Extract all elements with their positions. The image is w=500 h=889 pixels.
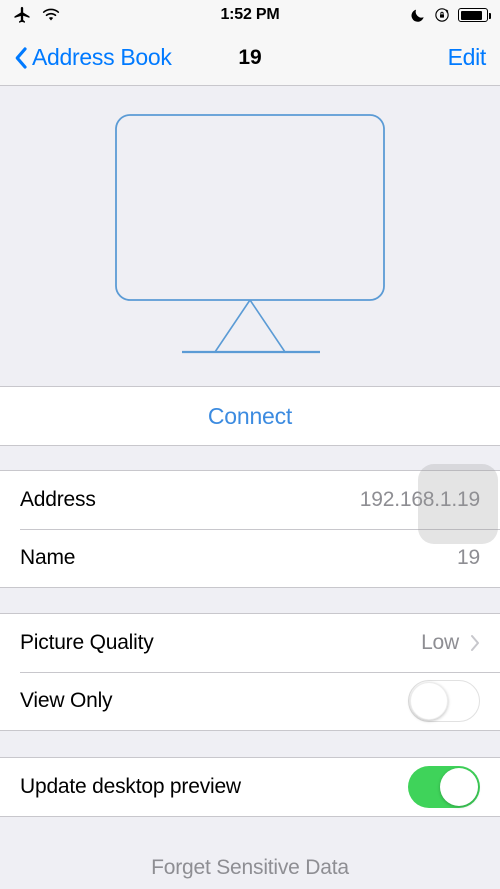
footer: Forget Sensitive Data [0,856,500,880]
preview-section: Update desktop preview [0,757,500,817]
picture-quality-value: Low [421,631,459,654]
connect-section: Connect [0,386,500,446]
picture-quality-row[interactable]: Picture Quality Low [0,614,500,672]
desktop-preview-area [0,87,500,385]
rotation-lock-icon [435,8,449,22]
battery-icon [458,8,492,22]
update-desktop-preview-label: Update desktop preview [20,775,241,798]
details-section: Address 192.168.1.19 Name 19 [0,470,500,588]
update-desktop-preview-row[interactable]: Update desktop preview [0,758,500,816]
chevron-right-icon [471,635,479,651]
connect-button[interactable]: Connect [0,387,500,445]
name-label: Name [20,546,76,569]
update-desktop-preview-toggle[interactable] [408,766,480,808]
back-button[interactable]: Address Book [14,44,172,71]
status-bar: 1:52 PM [0,0,500,30]
view-only-row[interactable]: View Only [0,672,500,730]
picture-quality-label: Picture Quality [20,631,154,654]
view-only-toggle[interactable] [408,680,480,722]
navigation-bar: Address Book 19 Edit [0,30,500,86]
moon-do-not-disturb-icon [411,9,424,22]
update-desktop-preview-toggle-knob [440,768,478,806]
desktop-monitor-illustration [115,114,385,354]
chevron-left-icon [15,46,27,69]
status-bar-right-icons [410,7,492,23]
options-section: Picture Quality Low View Only [0,613,500,731]
name-value: 19 [457,546,480,569]
address-label: Address [20,488,96,511]
iphone-screen: 1:52 PM Address Book 19 Edit Connect Add… [0,0,500,889]
forget-sensitive-data-button[interactable]: Forget Sensitive Data [151,856,349,879]
edit-button[interactable]: Edit [448,44,487,71]
back-button-label: Address Book [32,44,172,70]
name-row[interactable]: Name 19 [0,529,500,587]
address-row[interactable]: Address 192.168.1.19 [0,471,500,529]
view-only-toggle-knob [410,682,448,720]
view-only-label: View Only [20,689,113,712]
address-value: 192.168.1.19 [359,488,480,511]
connect-button-label: Connect [207,402,293,429]
